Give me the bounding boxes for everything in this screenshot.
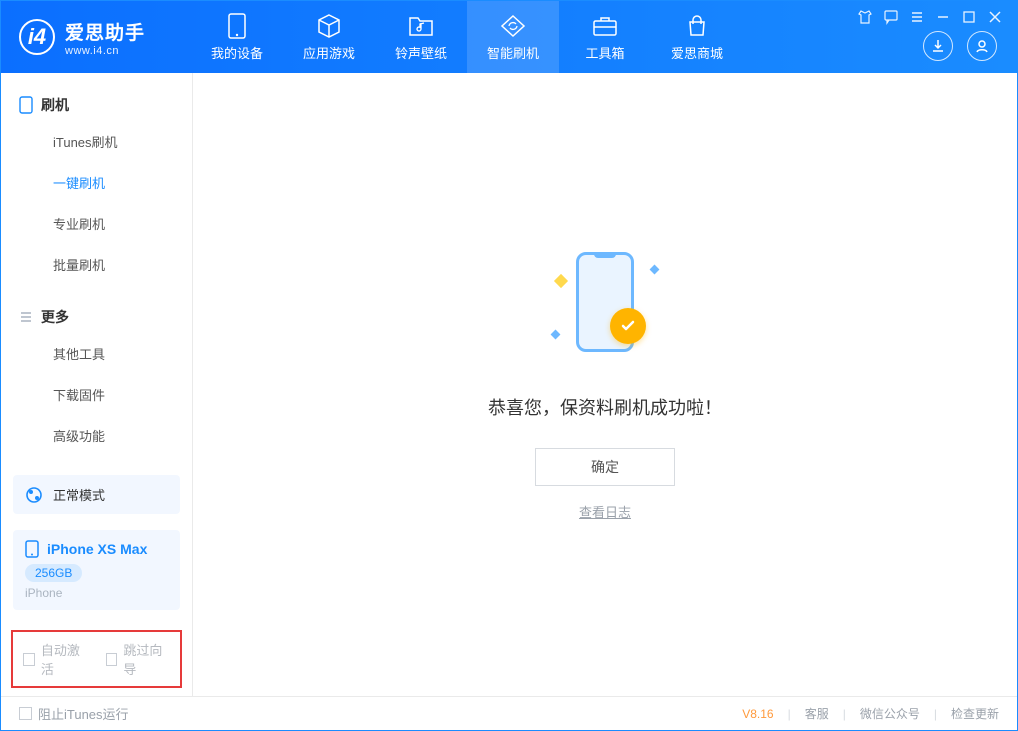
nav-smart-flash[interactable]: 智能刷机 [467,1,559,73]
sidebar-section-flash: 刷机 [1,95,192,121]
app-title: 爱思助手 [65,18,145,45]
sidebar: 刷机 iTunes刷机 一键刷机 专业刷机 批量刷机 更多 其他工具 下载固件 … [1,73,193,696]
footer: 阻止iTunes运行 V8.16 | 客服 | 微信公众号 | 检查更新 [1,696,1017,730]
nav-apps-games[interactable]: 应用游戏 [283,1,375,73]
app-url: www.i4.cn [65,45,145,57]
nav-ringtone-wallpaper[interactable]: 铃声壁纸 [375,1,467,73]
mode-label: 正常模式 [53,485,105,504]
sync-icon [500,13,526,39]
logo-area: i4 爱思助手 www.i4.cn [1,18,191,57]
main-content: 恭喜您，保资料刷机成功啦！ 确定 查看日志 [193,73,1017,696]
storage-badge: 256GB [25,564,82,582]
block-itunes-checkbox[interactable]: 阻止iTunes运行 [19,704,129,723]
highlighted-options: 自动激活 跳过向导 [11,630,182,688]
maximize-button[interactable] [961,9,977,25]
cube-icon [316,13,342,39]
phone-outline-icon [19,96,33,114]
header-actions [923,31,997,61]
mode-icon [25,486,43,504]
list-icon [19,310,33,324]
download-button[interactable] [923,31,953,61]
sidebar-item-download-firmware[interactable]: 下载固件 [1,374,192,415]
mode-card[interactable]: 正常模式 [13,475,180,514]
success-illustration [550,248,660,368]
nav-store[interactable]: 爱思商城 [651,1,743,73]
feedback-icon[interactable] [883,9,899,25]
minimize-button[interactable] [935,9,951,25]
sidebar-item-itunes-flash[interactable]: iTunes刷机 [1,121,192,162]
version-label: V8.16 [742,707,773,721]
sidebar-section-more: 更多 [1,307,192,333]
view-log-link[interactable]: 查看日志 [579,502,631,521]
ok-button[interactable]: 确定 [535,448,675,486]
footer-link-wechat[interactable]: 微信公众号 [860,705,920,722]
user-button[interactable] [967,31,997,61]
nav-toolbox[interactable]: 工具箱 [559,1,651,73]
skip-guide-checkbox[interactable]: 跳过向导 [106,640,171,678]
footer-link-support[interactable]: 客服 [805,705,829,722]
shirt-icon[interactable] [857,9,873,25]
sidebar-item-batch-flash[interactable]: 批量刷机 [1,244,192,285]
nav-my-device[interactable]: 我的设备 [191,1,283,73]
music-folder-icon [408,13,434,39]
sidebar-item-pro-flash[interactable]: 专业刷机 [1,203,192,244]
store-icon [684,13,710,39]
sidebar-item-advanced[interactable]: 高级功能 [1,415,192,456]
app-header: i4 爱思助手 www.i4.cn 我的设备 应用游戏 铃声壁纸 智能刷机 工具… [1,1,1017,73]
footer-link-update[interactable]: 检查更新 [951,705,999,722]
nav-tabs: 我的设备 应用游戏 铃声壁纸 智能刷机 工具箱 爱思商城 [191,1,743,73]
sidebar-item-other-tools[interactable]: 其他工具 [1,333,192,374]
check-icon [610,308,646,344]
device-icon [224,13,250,39]
logo-icon: i4 [19,19,55,55]
success-message: 恭喜您，保资料刷机成功啦！ [488,394,722,420]
device-type: iPhone [25,586,168,600]
auto-activate-checkbox[interactable]: 自动激活 [23,640,88,678]
device-card[interactable]: iPhone XS Max 256GB iPhone [13,530,180,610]
window-controls [857,9,1003,25]
toolbox-icon [592,13,618,39]
menu-icon[interactable] [909,9,925,25]
sidebar-item-oneclick-flash[interactable]: 一键刷机 [1,162,192,203]
close-button[interactable] [987,9,1003,25]
device-small-icon [25,540,39,558]
